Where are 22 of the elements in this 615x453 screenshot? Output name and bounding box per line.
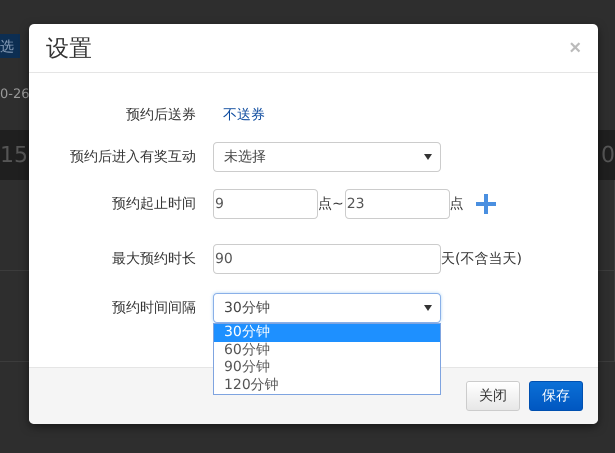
dropdown-option[interactable]: 60分钟: [214, 342, 440, 359]
input-field[interactable]: 23: [344, 189, 450, 219]
unit-text: 天(不含当天): [441, 250, 522, 268]
dropdown-option[interactable]: 120分钟: [214, 376, 440, 394]
select-field[interactable]: 30分钟: [213, 293, 441, 323]
dialog-title: 设置: [46, 34, 92, 64]
field-label: 最大预约时长: [111, 250, 196, 268]
date-text: 0-26: [0, 86, 30, 102]
field-label: 预约起止时间: [111, 195, 196, 213]
select-field[interactable]: 未选择: [213, 142, 441, 172]
field-label: 预约后进入有奖互动: [69, 148, 196, 166]
coupon-link[interactable]: 不送券: [223, 106, 265, 124]
filter-button[interactable]: 选: [0, 34, 20, 58]
field-label: 预约后送券: [125, 106, 196, 124]
close-button[interactable]: 关闭: [466, 381, 520, 411]
field-label: 预约时间间隔: [111, 299, 196, 317]
save-button[interactable]: 保存: [529, 381, 583, 411]
unit-text: 点: [450, 195, 464, 213]
unit-text: 点~: [318, 195, 344, 213]
input-field[interactable]: 9: [213, 189, 318, 219]
input-field[interactable]: 90: [213, 244, 441, 274]
dropdown-option[interactable]: 90分钟: [214, 359, 440, 376]
